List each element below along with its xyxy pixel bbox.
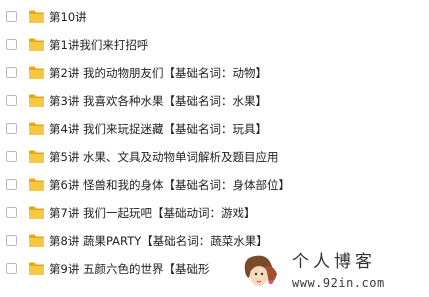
- watermark-title: 个人博客: [292, 252, 376, 272]
- file-row[interactable]: 第3讲 我喜欢各种水果【基础名词：水果】: [0, 88, 429, 116]
- checkbox-icon[interactable]: [6, 179, 17, 190]
- checkbox-icon[interactable]: [6, 11, 17, 22]
- folder-icon: [29, 178, 44, 191]
- file-row[interactable]: 第4讲 我们来玩捉迷藏【基础名词：玩具】: [0, 116, 429, 144]
- file-name[interactable]: 第5讲 水果、文具及动物单词解析及题目应用: [49, 148, 278, 166]
- file-name[interactable]: 第8讲 蔬果PARTY【基础名词：蔬菜水果】: [49, 232, 268, 250]
- file-row[interactable]: 第10讲: [0, 4, 429, 32]
- folder-icon: [29, 122, 44, 135]
- file-row[interactable]: 第5讲 水果、文具及动物单词解析及题目应用: [0, 144, 429, 172]
- file-row[interactable]: 第7讲 我们一起玩吧【基础动词：游戏】: [0, 200, 429, 228]
- checkbox-icon[interactable]: [6, 95, 17, 106]
- folder-icon: [29, 10, 44, 23]
- file-row[interactable]: 第1讲我们来打招呼: [0, 32, 429, 60]
- watermark-url: www.92in.com: [292, 276, 385, 290]
- folder-icon: [29, 66, 44, 79]
- file-row[interactable]: 第6讲 怪兽和我的身体【基础名词：身体部位】: [0, 172, 429, 200]
- checkbox-icon[interactable]: [6, 263, 17, 274]
- file-name[interactable]: 第4讲 我们来玩捉迷藏【基础名词：玩具】: [49, 120, 267, 138]
- file-name[interactable]: 第2讲 我的动物朋友们【基础名词：动物】: [49, 64, 267, 82]
- checkbox-icon[interactable]: [6, 39, 17, 50]
- file-name[interactable]: 第7讲 我们一起玩吧【基础动词：游戏】: [49, 204, 255, 222]
- checkbox-icon[interactable]: [6, 67, 17, 78]
- folder-icon: [29, 262, 44, 275]
- folder-icon: [29, 94, 44, 107]
- file-name[interactable]: 第9讲 五颜六色的世界【基础形: [49, 260, 209, 278]
- cartoon-avatar-icon: [237, 252, 281, 292]
- blog-watermark: 个人博客 www.92in.com: [232, 250, 429, 297]
- checkbox-icon[interactable]: [6, 151, 17, 162]
- folder-icon: [29, 150, 44, 163]
- file-name[interactable]: 第3讲 我喜欢各种水果【基础名词：水果】: [49, 92, 267, 110]
- file-list: 第10讲 第1讲我们来打招呼 第2讲 我的动物朋友们【基础名词：动物】 第3讲 …: [0, 4, 429, 284]
- checkbox-icon[interactable]: [6, 123, 17, 134]
- file-name[interactable]: 第10讲: [49, 8, 87, 26]
- folder-icon: [29, 234, 44, 247]
- checkbox-icon[interactable]: [6, 235, 17, 246]
- folder-icon: [29, 38, 44, 51]
- file-row[interactable]: 第2讲 我的动物朋友们【基础名词：动物】: [0, 60, 429, 88]
- folder-icon: [29, 206, 44, 219]
- file-name[interactable]: 第1讲我们来打招呼: [49, 36, 148, 54]
- checkbox-icon[interactable]: [6, 207, 17, 218]
- file-name[interactable]: 第6讲 怪兽和我的身体【基础名词：身体部位】: [49, 176, 290, 194]
